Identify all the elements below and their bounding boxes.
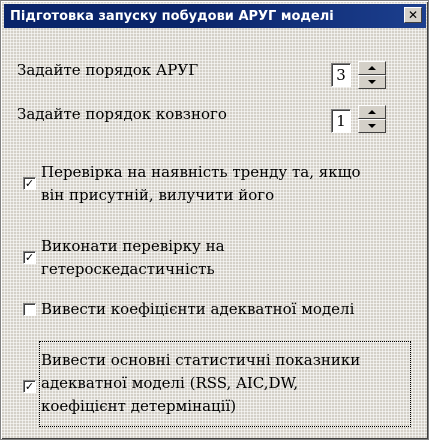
checkbox-hetero-label[interactable]: Виконати перевірку на гетероскедастичніс… <box>41 235 225 281</box>
dialog-window: Підготовка запуску побудови АРУГ моделі … <box>0 0 429 440</box>
checkbox-coefficients-label[interactable]: Вивести коефіцієнти адекватної моделі <box>41 298 354 321</box>
order-moving-up-button[interactable] <box>358 105 386 119</box>
order-arug-label: Задайте порядок АРУГ <box>17 61 199 79</box>
order-moving-spinner <box>358 105 386 133</box>
arrow-up-icon <box>368 66 376 70</box>
title-bar: Підготовка запуску побудови АРУГ моделі … <box>4 4 426 28</box>
checkbox-hetero[interactable]: ✓ <box>23 251 36 264</box>
order-arug-input[interactable]: 3 <box>331 63 351 87</box>
arrow-down-icon <box>368 124 376 128</box>
order-moving-label: Задайте порядок ковзного <box>17 105 227 123</box>
order-moving-input[interactable]: 1 <box>331 109 351 133</box>
order-arug-down-button[interactable] <box>358 75 386 89</box>
order-arug-up-button[interactable] <box>358 61 386 75</box>
checkbox-trend-label[interactable]: Перевірка на наявність тренду та, якщо в… <box>41 161 361 207</box>
checkbox-coefficients[interactable] <box>23 303 36 316</box>
arrow-up-icon <box>368 110 376 114</box>
close-icon: ✕ <box>407 8 419 22</box>
order-arug-spinner <box>358 61 386 89</box>
order-moving-down-button[interactable] <box>358 119 386 133</box>
close-button[interactable]: ✕ <box>404 7 422 23</box>
checkbox-statistics-label[interactable]: Вивести основні статистичні показники ад… <box>41 349 360 418</box>
checkbox-trend[interactable]: ✓ <box>23 177 36 190</box>
checkbox-statistics[interactable]: ✓ <box>23 380 36 393</box>
dialog-title: Підготовка запуску побудови АРУГ моделі <box>10 8 334 24</box>
arrow-down-icon <box>368 80 376 84</box>
